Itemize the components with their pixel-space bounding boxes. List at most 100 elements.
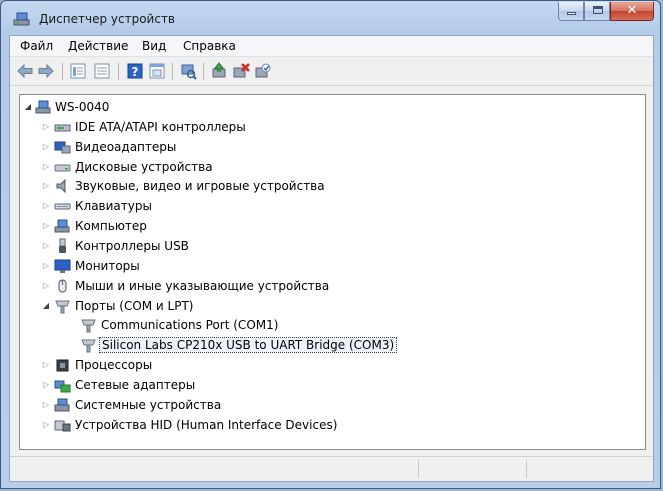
disk-drive-icon: [54, 164, 71, 172]
menu-help[interactable]: Справка: [183, 39, 236, 53]
maximize-icon: [593, 6, 603, 14]
tree-category[interactable]: ▷ Компьютер: [20, 217, 645, 236]
tree-category[interactable]: ▷ Системные устройства: [20, 396, 645, 415]
network-adapter-icon: [54, 380, 71, 393]
collapsed-arrow-icon[interactable]: ▷: [42, 241, 50, 250]
port-icon: [81, 339, 96, 353]
collapsed-arrow-icon[interactable]: ▷: [42, 181, 50, 190]
tree-category[interactable]: ▷ Контроллеры USB: [20, 237, 645, 256]
mouse-icon: [58, 279, 67, 293]
scan-hardware-icon[interactable]: [179, 62, 197, 80]
keyboard-icon: [54, 203, 71, 210]
tree-node-label: Мыши и иные указывающие устройства: [75, 278, 330, 293]
tree-category[interactable]: ▷ Устройства HID (Human Interface Devices…: [20, 416, 645, 435]
speaker-icon: [56, 179, 66, 194]
disable-device-icon[interactable]: [254, 62, 272, 80]
port-icon: [55, 300, 70, 313]
status-pane: [418, 460, 419, 478]
back-arrow-icon[interactable]: [16, 62, 34, 80]
port-icon: [81, 319, 96, 333]
minimize-icon: [567, 12, 576, 15]
tree-category[interactable]: ▷ IDE ATA/ATAPI контроллеры: [20, 118, 645, 137]
minimize-button[interactable]: [558, 2, 584, 21]
tree-node-label: Системные устройства: [75, 397, 222, 412]
expanded-arrow-icon[interactable]: ◢: [24, 102, 32, 111]
tree-category[interactable]: ▷ Мониторы: [20, 257, 645, 276]
tree-node-label: Communications Port (COM1): [101, 318, 279, 333]
forward-arrow-icon[interactable]: [37, 62, 55, 80]
client-area: Файл Действие Вид Справка ? ◢ WS-0040 ▷ …: [9, 35, 654, 482]
tree-node-label: Сетевые адаптеры: [75, 377, 196, 392]
monitor-icon: [54, 259, 71, 273]
tree-node-label: Мониторы: [75, 258, 140, 273]
help-icon[interactable]: ?: [126, 62, 144, 80]
toolbar: ?: [10, 57, 653, 86]
menu-action[interactable]: Действие: [68, 39, 128, 53]
tree-category[interactable]: ▷ Видеоадаптеры: [20, 138, 645, 157]
toolbar-separator: [203, 63, 204, 80]
tree-device[interactable]: Silicon Labs CP210x USB to UART Bridge (…: [20, 336, 645, 355]
tree-node-label: Контроллеры USB: [75, 238, 189, 253]
uninstall-device-icon[interactable]: [232, 62, 250, 80]
collapsed-arrow-icon[interactable]: ▷: [42, 420, 50, 429]
tree-root[interactable]: ◢ WS-0040: [20, 98, 645, 117]
window-title: Диспетчер устройств: [39, 12, 176, 26]
tree-node-label: Клавиатуры: [75, 199, 152, 214]
display-adapter-icon: [54, 141, 71, 154]
tree-node-label: Silicon Labs CP210x USB to UART Bridge (…: [99, 337, 398, 354]
expanded-arrow-icon[interactable]: ◢: [42, 301, 50, 310]
hid-device-icon: [54, 420, 71, 432]
tree-node-label: Процессоры: [75, 358, 153, 373]
tree-node-label: IDE ATA/ATAPI контроллеры: [75, 119, 246, 134]
device-manager-icon: [13, 12, 30, 26]
list-view-icon[interactable]: [93, 62, 111, 80]
collapsed-arrow-icon[interactable]: ▷: [42, 261, 50, 270]
tree-category[interactable]: ▷ Дисковые устройства: [20, 158, 645, 177]
tree-category[interactable]: ▷ Звуковые, видео и игровые устройства: [20, 177, 645, 196]
device-tree[interactable]: ◢ WS-0040 ▷ IDE ATA/ATAPI контроллеры ▷ Вид…: [19, 94, 646, 450]
status-pane: [526, 460, 527, 478]
collapsed-arrow-icon[interactable]: ▷: [42, 201, 50, 210]
collapsed-arrow-icon[interactable]: ▷: [42, 281, 50, 290]
tree-node-label: Порты (COM и LPT): [75, 298, 194, 313]
system-device-icon: [54, 398, 70, 412]
collapsed-arrow-icon[interactable]: ▷: [42, 221, 50, 230]
tree-category[interactable]: ◢ Порты (COM и LPT): [20, 297, 645, 316]
details-view-icon[interactable]: [148, 62, 166, 80]
toolbar-separator: [118, 63, 119, 80]
menu-view[interactable]: Вид: [142, 39, 166, 53]
tree-device[interactable]: Communications Port (COM1): [20, 316, 645, 335]
collapsed-arrow-icon[interactable]: ▷: [42, 142, 50, 151]
tree-category[interactable]: ▷ Клавиатуры: [20, 197, 645, 216]
toolbar-separator: [172, 63, 173, 80]
update-driver-icon[interactable]: [210, 62, 228, 80]
tree-root-label: WS-0040: [55, 100, 110, 114]
collapsed-arrow-icon[interactable]: ▷: [42, 162, 50, 171]
properties-list-icon[interactable]: [69, 62, 87, 80]
processor-icon: [56, 359, 69, 372]
caption-buttons: ✕: [558, 2, 654, 21]
tree-node-label: Компьютер: [75, 219, 147, 234]
collapsed-arrow-icon[interactable]: ▷: [42, 400, 50, 409]
maximize-button[interactable]: [584, 2, 610, 21]
tree-node-label: Дисковые устройства: [75, 159, 213, 174]
menu-bar: Файл Действие Вид Справка: [10, 36, 653, 57]
tree-category[interactable]: ▷ Мыши и иные указывающие устройства: [20, 277, 645, 296]
ide-controller-icon: [54, 124, 71, 132]
menu-file[interactable]: Файл: [20, 39, 53, 53]
tree-category[interactable]: ▷ Сетевые адаптеры: [20, 376, 645, 395]
status-bar: [10, 456, 653, 481]
collapsed-arrow-icon[interactable]: ▷: [42, 122, 50, 131]
usb-icon: [59, 238, 66, 253]
collapsed-arrow-icon[interactable]: ▷: [42, 380, 50, 389]
svg-text:?: ?: [132, 65, 139, 79]
tree-category[interactable]: ▷ Процессоры: [20, 356, 645, 375]
title-bar[interactable]: Диспетчер устройств ✕: [1, 1, 660, 35]
computer-icon: [54, 219, 70, 233]
close-button[interactable]: ✕: [610, 2, 654, 21]
tree-node-label: Звуковые, видео и игровые устройства: [75, 179, 325, 194]
toolbar-separator: [62, 63, 63, 80]
tree-node-label: Видеоадаптеры: [75, 139, 177, 154]
collapsed-arrow-icon[interactable]: ▷: [42, 360, 50, 369]
close-icon: ✕: [626, 3, 638, 18]
